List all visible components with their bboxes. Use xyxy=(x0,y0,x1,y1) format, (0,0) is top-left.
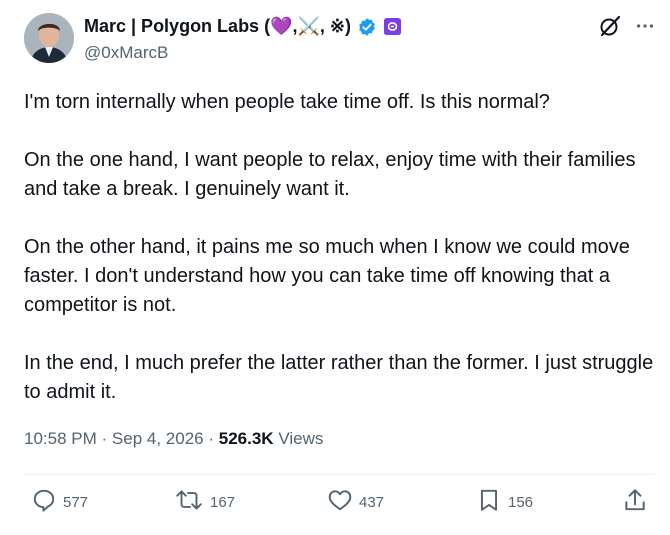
share-icon xyxy=(622,487,648,517)
tweet-paragraph: On the one hand, I want people to relax,… xyxy=(24,149,636,200)
tweet-paragraph: In the end, I much prefer the latter rat… xyxy=(24,352,654,403)
reply-icon xyxy=(31,487,57,517)
repost-count: 167 xyxy=(210,493,236,511)
author-name[interactable]: Marc | Polygon Labs (💜,⚔️, ※) xyxy=(84,16,351,37)
reply-count: 577 xyxy=(63,493,89,511)
meta-separator: · xyxy=(101,429,108,448)
like-button[interactable]: 437 xyxy=(327,487,384,517)
author-name-row: Marc | Polygon Labs (💜,⚔️, ※) xyxy=(84,16,402,37)
tweet-time[interactable]: 10:58 PM xyxy=(24,429,97,448)
tweet-date[interactable]: Sep 4, 2026 xyxy=(112,429,204,448)
more-options-icon[interactable] xyxy=(634,15,656,37)
grok-icon[interactable] xyxy=(598,14,622,38)
tweet-paragraph: On the other hand, it pains me so much w… xyxy=(24,236,630,316)
views-count[interactable]: 526.3K xyxy=(219,429,274,448)
bookmark-count: 156 xyxy=(508,493,534,511)
polygon-affiliate-badge-icon[interactable] xyxy=(383,17,402,36)
verified-badge-icon xyxy=(357,17,377,37)
repost-button[interactable]: 167 xyxy=(174,487,235,517)
tweet-text: I'm torn internally when people take tim… xyxy=(24,88,654,436)
top-actions xyxy=(598,14,656,38)
divider xyxy=(24,474,654,475)
share-button[interactable] xyxy=(622,487,648,517)
bookmark-icon xyxy=(476,487,502,517)
views-label: Views xyxy=(278,429,324,448)
tweet-paragraph: I'm torn internally when people take tim… xyxy=(24,91,550,113)
tweet-meta: 10:58 PM · Sep 4, 2026 · 526.3K Views xyxy=(24,429,323,449)
meta-separator: · xyxy=(208,429,215,448)
bookmark-button[interactable]: 156 xyxy=(476,487,533,517)
author-handle[interactable]: @0xMarcB xyxy=(84,43,168,63)
repost-icon xyxy=(174,487,204,517)
avatar[interactable] xyxy=(24,13,74,63)
like-count: 437 xyxy=(359,493,385,511)
reply-button[interactable]: 577 xyxy=(31,487,88,517)
action-bar: 577 167 437 156 xyxy=(24,487,654,523)
heart-icon xyxy=(327,487,353,517)
